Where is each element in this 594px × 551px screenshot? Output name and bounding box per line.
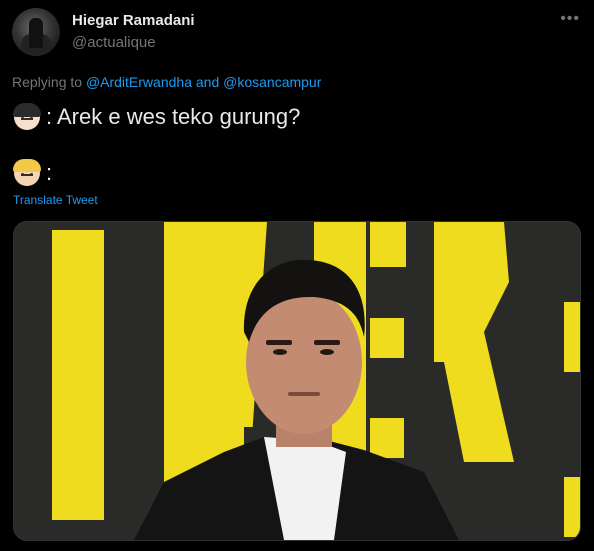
author-handle[interactable]: @actualique [72,34,156,51]
tweet-text-line-2: : [13,159,53,186]
person-blond-hair-emoji [13,159,41,186]
translate-tweet-link[interactable]: Translate Tweet [13,193,98,207]
reply-and: and [191,74,224,90]
replying-prefix: Replying to [12,74,86,90]
line1-text: : Arek e wes teko gurung? [46,104,301,129]
author-name[interactable]: Hiegar Ramadani [72,12,195,29]
more-horizontal-icon[interactable]: ••• [560,10,580,28]
avatar-figure [29,18,43,48]
line2-text: : [46,160,53,185]
replying-to: Replying to @ArditErwandha and @kosancam… [12,74,321,90]
photo-image [14,222,580,540]
tweet-photo[interactable] [13,221,581,541]
person-dark-hair-emoji [13,103,41,130]
reply-mention-1[interactable]: @ArditErwandha [86,74,192,90]
author-avatar[interactable] [12,8,60,56]
tweet-text-line-1: : Arek e wes teko gurung? [13,103,301,130]
reply-mention-2[interactable]: @kosancampur [223,74,321,90]
